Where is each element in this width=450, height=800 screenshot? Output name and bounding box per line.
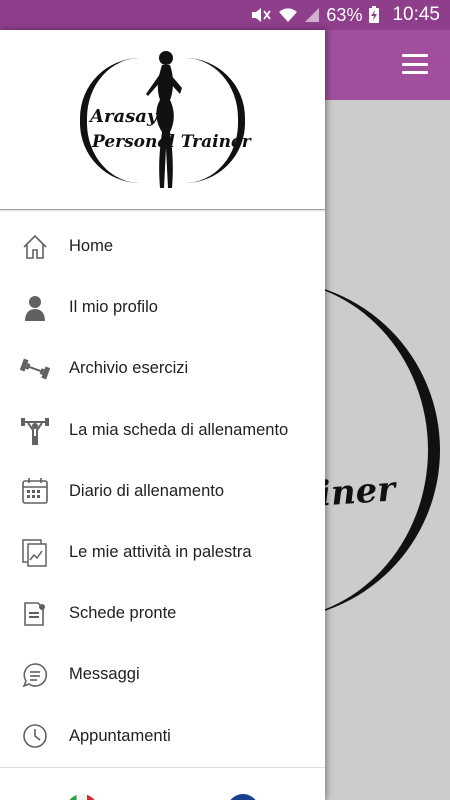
logo-text-title: Personal Trainer — [92, 132, 251, 152]
italy-flag-icon[interactable] — [66, 794, 98, 800]
profile-icon — [20, 293, 50, 323]
menu-item-home[interactable]: Home — [0, 216, 325, 277]
status-bar: 63% 10:45 — [0, 0, 450, 30]
menu-item-label: Appuntamenti — [69, 726, 171, 745]
menu-item-label: Messaggi — [69, 665, 140, 684]
menu-item-label: Schede pronte — [69, 604, 177, 623]
menu-item-workout-diary[interactable]: Diario di allenamento — [0, 461, 325, 522]
wifi-icon — [278, 7, 298, 23]
ready-sheet-icon — [20, 599, 50, 629]
logo-right-bracket — [185, 58, 245, 183]
drawer-header: Arasay Personal Trainer — [0, 30, 325, 210]
drawer-menu: Home Il mio profilo Archivio esercizi La… — [0, 216, 325, 767]
menu-item-label: Diario di allenamento — [69, 481, 225, 500]
background-logo-text: iner — [316, 469, 397, 515]
brand-logo: Arasay Personal Trainer — [80, 48, 251, 193]
logo-text-name: Arasay — [90, 106, 158, 127]
menu-item-label: La mia scheda di allenamento — [69, 420, 289, 439]
navigation-drawer: Arasay Personal Trainer Home Il mio prof… — [0, 30, 325, 800]
menu-item-ready-sheets[interactable]: Schede pronte — [0, 583, 325, 644]
menu-item-label: Home — [69, 237, 114, 256]
battery-charging-icon — [368, 6, 380, 24]
menu-item-label: Le mie attività in palestra — [69, 543, 252, 562]
clock-time: 10:45 — [392, 4, 440, 25]
menu-item-profile[interactable]: Il mio profilo — [0, 277, 325, 338]
chat-bubble-icon — [20, 660, 50, 690]
clock-icon — [20, 721, 50, 751]
mute-icon — [250, 7, 272, 23]
menu-item-label: Archivio esercizi — [69, 359, 189, 378]
activity-report-icon — [20, 538, 50, 568]
menu-item-messages[interactable]: Messaggi — [0, 644, 325, 705]
hamburger-menu-icon[interactable] — [402, 54, 428, 74]
drawer-footer — [0, 767, 325, 800]
signal-icon — [304, 7, 320, 23]
menu-item-my-workout-plan[interactable]: La mia scheda di allenamento — [0, 400, 325, 461]
uk-flag-icon[interactable] — [227, 794, 259, 800]
menu-item-exercise-archive[interactable]: Archivio esercizi — [0, 338, 325, 399]
menu-item-gym-activities[interactable]: Le mie attività in palestra — [0, 522, 325, 583]
battery-percent: 63% — [326, 4, 363, 25]
weightlifter-icon — [20, 415, 50, 446]
calendar-icon — [20, 476, 50, 506]
home-icon — [20, 232, 50, 262]
dumbbell-icon — [20, 354, 50, 384]
menu-item-appointments[interactable]: Appuntamenti — [0, 706, 325, 767]
menu-item-label: Il mio profilo — [69, 298, 158, 317]
